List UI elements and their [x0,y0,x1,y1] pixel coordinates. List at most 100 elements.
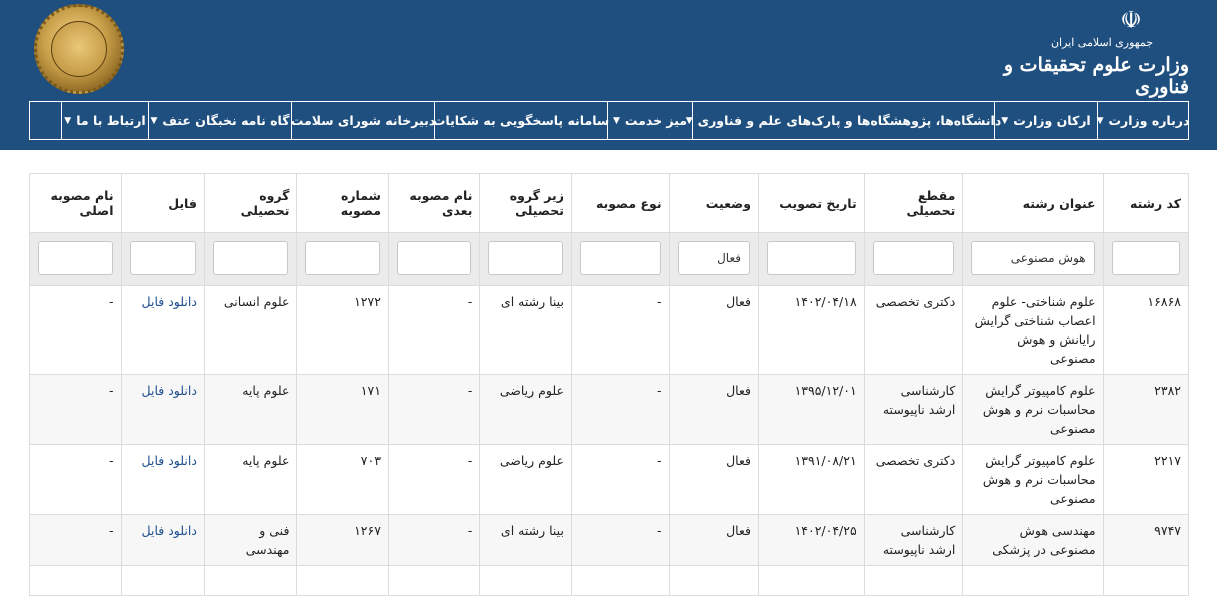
cell-next-approval: - [387,514,481,566]
filter-number-input[interactable] [305,241,380,275]
cell-status: فعال [668,514,759,566]
cell-status: فعال [668,374,759,445]
nav-contact[interactable]: ارتباط با ما ▼ [61,101,148,140]
nav-label: ارتباط با ما [76,113,146,128]
cell-code [1102,565,1190,596]
cell-number: ۷۰۳ [296,444,389,515]
cell-status [668,565,759,596]
filter-status-input[interactable] [677,241,750,275]
nav-label: ارکان وزارت [1013,113,1091,128]
cell-type: - [570,514,670,566]
cell-level: کارشناسی ارشد ناپیوسته [863,374,964,445]
nav-universities[interactable]: دانشگاه‌ها، پژوهشگاه‌ها و پارک‌های علم و… [686,101,1001,140]
header-row: کد رشته عنوان رشته مقطع تحصیلی تاریخ تصو… [29,173,1190,233]
cell-main-approval: - [29,514,122,566]
cell-file: دانلود فایل [120,514,205,566]
nav-empty[interactable] [29,101,61,140]
filter-level-input[interactable] [872,241,955,275]
filter-date-input[interactable] [766,241,856,275]
col-header-approval-date[interactable]: تاریخ تصویب [757,173,865,233]
cell-status: فعال [668,444,759,515]
filter-code-input[interactable] [1111,241,1180,275]
nav-label: میز خدمت [624,113,688,128]
seal-center [51,21,107,77]
cell-main-approval: - [29,444,122,515]
filter-cell [120,232,205,286]
cell-code: ۱۶۸۶۸ [1102,285,1190,375]
download-file-link[interactable]: دانلود فایل [142,383,197,398]
cell-level: دکتری تخصصی [863,444,964,515]
filter-type-input[interactable] [579,241,661,275]
nav-health-council[interactable]: دبیرخانه شورای سلامت [291,101,435,140]
cell-main-approval: - [29,374,122,445]
col-header-group[interactable]: گروه تحصیلی [203,173,298,233]
cell-date: ۱۴۰۲/۰۴/۲۵ [757,514,865,566]
cell-group: فنی و مهندسی [203,514,298,566]
cell-title [962,565,1104,596]
cell-code: ۲۳۸۲ [1102,374,1190,445]
filter-next-approval-input[interactable] [396,241,472,275]
caret-down-icon: ▼ [612,115,620,126]
cell-code: ۲۲۱۷ [1102,444,1190,515]
site-header: ☫ جمهوری اسلامی ایران وزارت علوم تحقیقات… [0,0,1217,150]
nav-elites-journal[interactable]: گاه نامه نخبگان عتف ▼ [148,101,291,140]
cell-group: علوم پایه [203,374,298,445]
cell-next-approval: - [387,285,481,375]
cell-subgroup [479,565,572,596]
filter-subgroup-input[interactable] [488,241,563,275]
cell-level [863,565,964,596]
filter-group-input[interactable] [212,241,289,275]
col-header-code[interactable]: کد رشته [1102,173,1190,233]
col-header-level[interactable]: مقطع تحصیلی [863,173,964,233]
filter-title-input[interactable] [971,241,1095,275]
nav-complaints[interactable]: سامانه پاسخگویی به شکایات [433,101,609,140]
cell-date: ۱۳۹۵/۱۲/۰۱ [757,374,865,445]
cell-date [757,565,865,596]
nav-about[interactable]: درباره وزارت ▼ [1097,101,1189,140]
caret-down-icon: ▼ [1001,115,1009,126]
cell-code: ۹۷۴۷ [1102,514,1190,566]
col-header-title[interactable]: عنوان رشته [962,173,1104,233]
caret-down-icon: ▼ [685,115,693,126]
download-file-link[interactable]: دانلود فایل [142,294,197,309]
cell-next-approval: - [387,374,481,445]
col-header-next-approval[interactable]: نام مصوبه بعدی [387,173,481,233]
cell-next-approval: - [387,444,481,515]
ministry-logo-text[interactable]: وزارت علوم تحقیقات و فناوری [999,54,1189,98]
table-row: ۹۷۴۷ مهندسی هوش مصنوعی در پزشکی کارشناسی… [29,514,1190,566]
col-header-file[interactable]: فایل [120,173,205,233]
caret-down-icon: ▼ [150,115,158,126]
cell-type: - [570,285,670,375]
filter-main-approval-input[interactable] [38,241,113,275]
nav-ministry-pillars[interactable]: ارکان وزارت ▼ [994,101,1097,140]
col-header-status[interactable]: وضعیت [668,173,759,233]
filter-cell [296,232,389,286]
table-row: ۱۶۸۶۸ علوم شناختی- علوم اعصاب شناختی گرا… [29,285,1190,375]
col-header-approval-type[interactable]: نوع مصوبه [570,173,670,233]
filter-cell [962,232,1104,286]
cell-level: دکتری تخصصی [863,285,964,375]
cell-number [296,565,389,596]
nav-label: درباره وزارت [1108,113,1190,128]
gold-seal-icon [34,4,124,94]
filter-file-input[interactable] [129,241,196,275]
filter-row [29,232,1190,286]
cell-subgroup: بینا رشته ای [479,514,572,566]
download-file-link[interactable]: دانلود فایل [142,453,197,468]
cell-main-approval: - [29,285,122,375]
download-file-link[interactable]: دانلود فایل [142,523,197,538]
cell-subgroup: بینا رشته ای [479,285,572,375]
filter-cell [668,232,759,286]
filter-cell [203,232,298,286]
caret-down-icon: ▼ [64,115,72,126]
cell-date: ۱۴۰۲/۰۴/۱۸ [757,285,865,375]
nav-service-desk[interactable]: میز خدمت ▼ [607,101,692,140]
cell-file [120,565,205,596]
col-header-subgroup[interactable]: زیر گروه تحصیلی [479,173,572,233]
cell-title: مهندسی هوش مصنوعی در پزشکی [962,514,1104,566]
col-header-approval-number[interactable]: شماره مصوبه [296,173,389,233]
cell-title: علوم کامپیوتر گرایش محاسبات نرم و هوش مص… [962,374,1104,445]
col-header-main-approval[interactable]: نام مصوبه اصلی [29,173,122,233]
cell-date: ۱۳۹۱/۰۸/۲۱ [757,444,865,515]
table-row [29,565,1190,596]
